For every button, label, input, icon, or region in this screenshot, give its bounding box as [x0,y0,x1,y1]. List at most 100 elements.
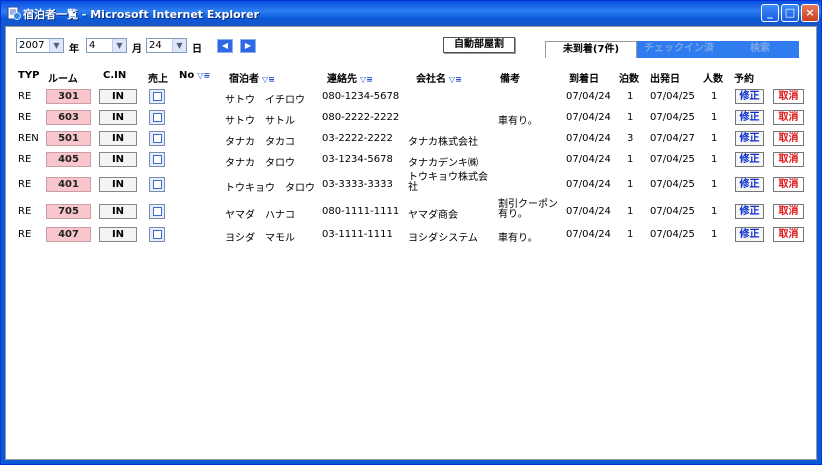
maximize-button[interactable]: □ [781,4,799,22]
contact-cell: 03-1111-1111 [322,229,393,240]
cancel-button[interactable]: 取消 [773,131,804,146]
table-row: RE 301 IN サトウ イチロウ 080-1234-5678 07/04/2… [6,88,816,108]
sales-button[interactable] [149,110,165,125]
ie-page-icon [7,6,21,20]
checkin-button[interactable]: IN [99,131,137,146]
col-reservation: 予約 [734,74,754,85]
edit-button[interactable]: 修正 [735,152,764,167]
typ-cell: REN [18,133,39,144]
table-row: RE 407 IN ヨシダ マモル 03-1111-1111 ヨシダシステム 車… [6,226,816,246]
nights-cell: 1 [627,91,634,102]
col-sales: 売上 [148,74,168,85]
guest-cell: サトウ サトル [225,116,295,127]
minimize-button[interactable]: _ [761,4,779,22]
edit-button[interactable]: 修正 [735,227,764,242]
arrival-cell: 07/04/24 [566,206,611,217]
next-day-button[interactable]: ▶ [240,39,256,53]
year-label: 年 [69,44,79,55]
tab-checked-in[interactable]: チェックイン済 [637,41,721,58]
col-contact[interactable]: 連絡先 ▽≡ [327,70,373,85]
col-guest-label: 宿泊者 [229,74,259,85]
typ-cell: RE [18,154,32,165]
room-button[interactable]: 407 [46,227,91,242]
cancel-button[interactable]: 取消 [773,227,804,242]
edit-button[interactable]: 修正 [735,110,764,125]
sales-button[interactable] [149,131,165,146]
arrival-cell: 07/04/24 [566,112,611,123]
contact-cell: 080-1234-5678 [322,91,400,102]
tab-search[interactable]: 検索 [721,41,799,58]
nights-cell: 1 [627,154,634,165]
checkin-button[interactable]: IN [99,204,137,219]
tab-not-arrived[interactable]: 未到着(7件) [545,41,637,58]
edit-button[interactable]: 修正 [735,89,764,104]
col-company[interactable]: 会社名 ▽≡ [416,70,462,85]
guest-cell: タナカ タカコ [225,137,295,148]
sort-icon[interactable]: ▽≡ [262,75,275,84]
arrival-cell: 07/04/24 [566,91,611,102]
nights-cell: 1 [627,179,634,190]
col-people: 人数 [703,74,723,85]
prev-day-button[interactable]: ◀ [217,39,233,53]
month-value: 4 [89,40,96,51]
checkin-button[interactable]: IN [99,177,137,192]
room-button[interactable]: 405 [46,152,91,167]
day-select[interactable]: 24 ▼ [146,38,187,53]
remarks-cell: 車有り。 [498,116,538,127]
document-icon [153,155,162,164]
typ-cell: RE [18,112,32,123]
close-button[interactable]: × [801,4,819,22]
cancel-button[interactable]: 取消 [773,110,804,125]
sales-button[interactable] [149,177,165,192]
sales-button[interactable] [149,227,165,242]
guest-cell: トウキョウ タロウ [225,183,315,194]
col-typ: TYP [18,70,40,81]
edit-button[interactable]: 修正 [735,177,764,192]
room-button[interactable]: 401 [46,177,91,192]
year-select[interactable]: 2007 ▼ [16,38,64,53]
sales-button[interactable] [149,204,165,219]
chevron-down-icon: ▼ [172,39,186,52]
sales-button[interactable] [149,152,165,167]
room-button[interactable]: 603 [46,110,91,125]
year-value: 2007 [19,40,45,51]
sort-icon[interactable]: ▽≡ [360,75,373,84]
month-select[interactable]: 4 ▼ [86,38,127,53]
cancel-button[interactable]: 取消 [773,152,804,167]
day-value: 24 [149,40,162,51]
edit-button[interactable]: 修正 [735,131,764,146]
typ-cell: RE [18,229,32,240]
checkin-button[interactable]: IN [99,110,137,125]
sort-icon[interactable]: ▽≡ [197,71,210,80]
departure-cell: 07/04/25 [650,154,695,165]
checkin-button[interactable]: IN [99,152,137,167]
contact-cell: 080-2222-2222 [322,112,400,123]
table-row: REN 501 IN タナカ タカコ 03-2222-2222 タナカ株式会社 … [6,130,816,150]
cancel-button[interactable]: 取消 [773,89,804,104]
col-guest[interactable]: 宿泊者 ▽≡ [229,70,275,85]
cancel-button[interactable]: 取消 [773,204,804,219]
document-icon [153,92,162,101]
checkin-button[interactable]: IN [99,227,137,242]
room-button[interactable]: 705 [46,204,91,219]
document-icon [153,230,162,239]
checkin-button[interactable]: IN [99,89,137,104]
col-company-label: 会社名 [416,74,446,85]
room-button[interactable]: 501 [46,131,91,146]
company-cell: ヨシダシステム [408,233,478,244]
edit-button[interactable]: 修正 [735,204,764,219]
window-title: 宿泊者一覧 - Microsoft Internet Explorer [23,8,259,21]
auto-room-assign-button[interactable]: 自動部屋割 [443,37,515,53]
col-no-label: No [179,70,195,81]
departure-cell: 07/04/27 [650,133,695,144]
cancel-button[interactable]: 取消 [773,177,804,192]
col-no[interactable]: No ▽≡ [179,70,210,81]
room-button[interactable]: 301 [46,89,91,104]
sales-button[interactable] [149,89,165,104]
people-cell: 1 [711,133,718,144]
people-cell: 1 [711,91,718,102]
document-icon [153,207,162,216]
sort-icon[interactable]: ▽≡ [449,75,462,84]
col-nights: 泊数 [619,74,639,85]
nights-cell: 3 [627,133,634,144]
